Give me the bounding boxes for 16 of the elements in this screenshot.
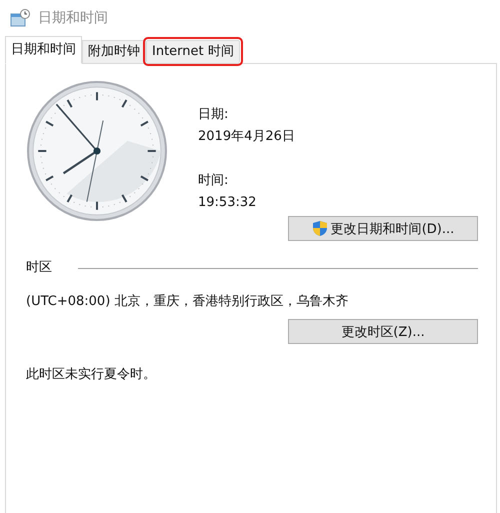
tab[interactable]: 附加时钟 <box>82 40 146 63</box>
calendar-clock-icon <box>10 9 30 27</box>
timezone-note: 此时区未实行夏令时。 <box>26 366 157 384</box>
tab[interactable]: 日期和时间 <box>5 36 82 64</box>
time-value: 19:53:32 <box>198 194 258 212</box>
shield-icon <box>312 220 328 237</box>
section-heading: 时区 <box>26 259 52 277</box>
timezone-value: (UTC+08:00) 北京，重庆，香港特别行政区，乌鲁木齐 <box>26 293 350 311</box>
window-title: 日期和时间 <box>38 9 108 27</box>
clock-icon <box>26 80 168 222</box>
tab[interactable]: Internet 时间 <box>146 40 240 63</box>
change-date-time-button[interactable]: 更改日期和时间(D)... <box>288 216 478 241</box>
date-value: 2019年4月26日 <box>198 128 296 146</box>
time-label: 时间: <box>198 172 230 190</box>
date-label: 日期: <box>198 106 230 124</box>
change-timezone-button[interactable]: 更改时区(Z)... <box>288 319 478 344</box>
